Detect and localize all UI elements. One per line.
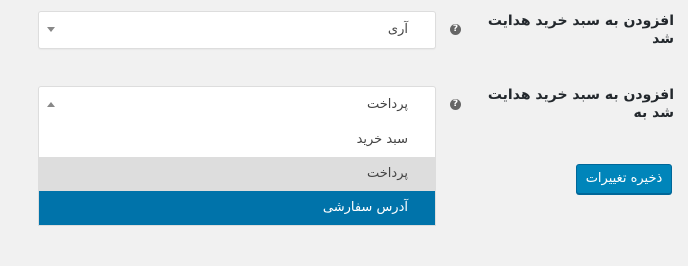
redirect-to-cart-label: افزودن به سبد خرید هدایت شد (487, 13, 674, 47)
selected-value: آری (387, 22, 408, 37)
save-changes-button[interactable]: ذخیره تغییرات (576, 164, 672, 194)
redirect-target-options: سبد خرید پرداخت آدرس سفارشی (38, 123, 436, 226)
option-custom-address[interactable]: آدرس سفارشی (39, 191, 435, 225)
help-icon[interactable]: ? (450, 99, 461, 110)
chevron-up-icon (47, 102, 55, 107)
redirect-to-cart-select[interactable]: آری (38, 11, 436, 49)
help-icon[interactable]: ? (450, 24, 461, 35)
redirect-target-select[interactable]: پرداخت (38, 86, 436, 124)
chevron-down-icon (47, 27, 55, 32)
redirect-target-label: افزودن به سبد خرید هدایت شد به (487, 87, 674, 121)
option-cart[interactable]: سبد خرید (39, 123, 435, 157)
option-checkout[interactable]: پرداخت (39, 157, 435, 191)
selected-value: پرداخت (367, 97, 408, 112)
